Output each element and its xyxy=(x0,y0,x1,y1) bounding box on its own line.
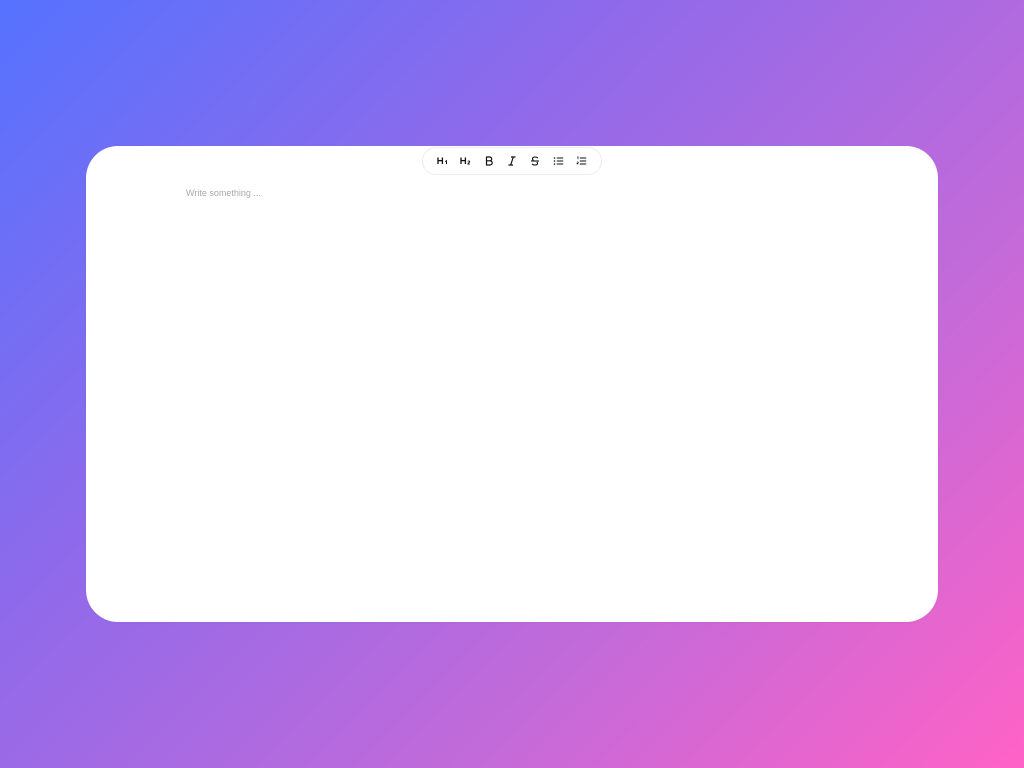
bullet-list-icon xyxy=(553,157,563,165)
italic-button[interactable] xyxy=(501,150,524,172)
strikethrough-button[interactable] xyxy=(524,150,547,172)
ordered-list-icon xyxy=(576,156,586,165)
heading-1-icon xyxy=(437,157,447,165)
bullet-list-button[interactable] xyxy=(547,150,570,172)
heading-1-button[interactable] xyxy=(432,150,455,172)
formatting-toolbar xyxy=(422,147,602,175)
italic-icon xyxy=(508,156,516,166)
strikethrough-icon xyxy=(531,156,539,166)
editor-card: Write something ... xyxy=(86,146,938,622)
bold-button[interactable] xyxy=(478,150,501,172)
ordered-list-button[interactable] xyxy=(570,150,593,172)
editor-placeholder: Write something ... xyxy=(186,188,261,198)
editor-content-area[interactable]: Write something ... xyxy=(186,186,838,592)
bold-icon xyxy=(485,156,493,166)
heading-2-button[interactable] xyxy=(455,150,478,172)
heading-2-icon xyxy=(460,157,471,165)
